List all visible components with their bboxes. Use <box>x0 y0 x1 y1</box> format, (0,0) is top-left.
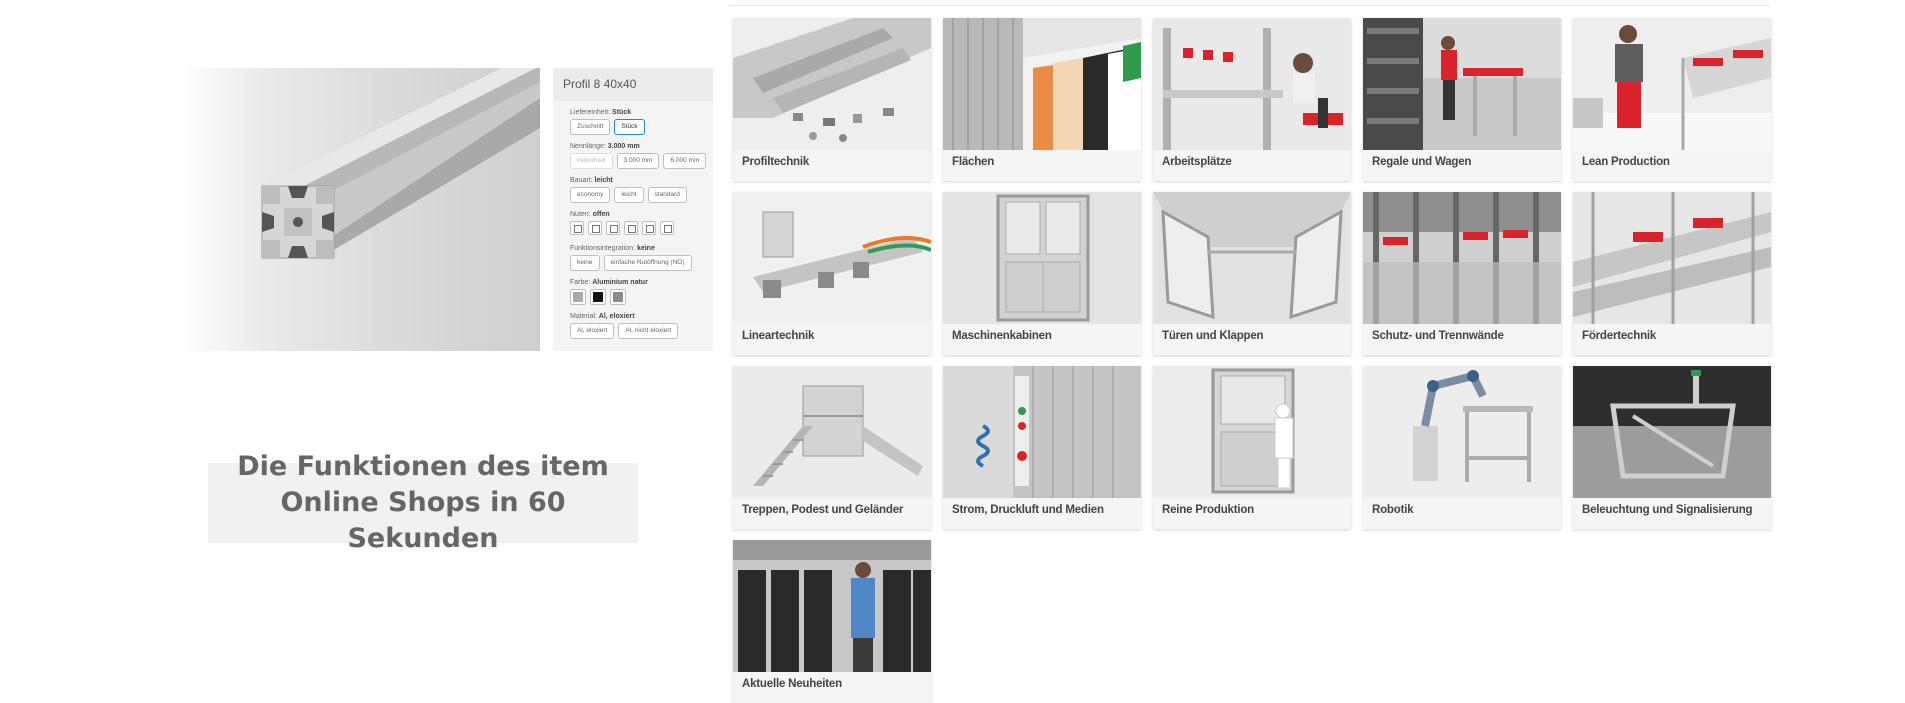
category-image <box>1153 192 1351 324</box>
category-card-maschinenkabinen[interactable]: Maschinenkabinen <box>943 192 1141 355</box>
option-3000mm[interactable]: 3.000 mm <box>616 153 660 169</box>
category-card-foerdertechnik[interactable]: Fördertechnik <box>1573 192 1771 355</box>
design-options: economy leicht standard <box>570 187 687 203</box>
divider <box>730 5 1770 6</box>
color-options <box>570 289 626 305</box>
category-label: Maschinenkabinen <box>952 330 1052 342</box>
category-image <box>733 366 931 498</box>
category-label: Robotik <box>1372 504 1414 516</box>
color-swatch-grey[interactable] <box>610 289 626 305</box>
category-image <box>1573 18 1771 150</box>
category-card-flaechen[interactable]: Flächen <box>943 18 1141 181</box>
option-economy[interactable]: economy <box>570 187 611 203</box>
category-label: Lean Production <box>1582 156 1670 168</box>
option-al-eloxiert[interactable]: Al, eloxiert <box>570 323 615 339</box>
category-card-lean-production[interactable]: Lean Production <box>1573 18 1771 181</box>
category-label: Treppen, Podest und Geländer <box>742 504 904 516</box>
category-image <box>1363 366 1561 498</box>
aluminium-profile-illustration <box>261 68 540 259</box>
category-card-schutz-und-trennwaende[interactable]: Schutz- und Trennwände <box>1363 192 1561 355</box>
category-image <box>1153 366 1351 498</box>
groove-options <box>570 221 674 235</box>
category-grid: Profiltechnik Flächen Arbeitsplätze Rega… <box>733 18 1773 703</box>
category-image <box>1363 18 1561 150</box>
category-label: Lineartechnik <box>742 330 815 342</box>
delivery-unit-options: Zuschnitt Stück <box>570 119 645 135</box>
category-card-tueren-und-klappen[interactable]: Türen und Klappen <box>1153 192 1351 355</box>
function-label: Funktionsintegration: keine <box>570 245 655 252</box>
category-label: Schutz- und Trennwände <box>1372 330 1504 342</box>
option-standard[interactable]: standard <box>647 187 687 203</box>
option-leicht[interactable]: leicht <box>614 187 644 203</box>
category-label: Reine Produktion <box>1162 504 1255 516</box>
grooves-label: Nuten: offen <box>570 211 610 218</box>
option-keine[interactable]: keine <box>570 255 600 271</box>
category-image <box>1363 192 1561 324</box>
option-stueck[interactable]: Stück <box>614 119 645 135</box>
category-card-lineartechnik[interactable]: Lineartechnik <box>733 192 931 355</box>
configurator-panel: Profil 8 40x40 Liefereinheit: Stück Zusc… <box>553 68 713 351</box>
category-card-aktuelle-neuheiten[interactable]: Aktuelle Neuheiten <box>733 540 931 703</box>
category-image <box>1573 366 1771 498</box>
category-image <box>943 18 1141 150</box>
video-teaser-caption[interactable]: Die Funktionen des item Online Shops in … <box>208 451 638 554</box>
material-label: Material: Al, eloxiert <box>570 313 635 320</box>
length-label: Nennlänge: 3.000 mm <box>570 143 640 150</box>
category-card-profiltechnik[interactable]: Profiltechnik <box>733 18 931 181</box>
groove-option-3-icon[interactable] <box>606 221 620 235</box>
category-label: Strom, Druckluft und Medien <box>952 504 1104 516</box>
groove-option-4-icon[interactable] <box>624 221 638 235</box>
category-card-regale-und-wagen[interactable]: Regale und Wagen <box>1363 18 1561 181</box>
category-card-strom-druckluft-medien[interactable]: Strom, Druckluft und Medien <box>943 366 1141 529</box>
category-label: Profiltechnik <box>742 156 810 168</box>
category-card-reine-produktion[interactable]: Reine Produktion <box>1153 366 1351 529</box>
category-label: Regale und Wagen <box>1372 156 1472 168</box>
category-image <box>1153 18 1351 150</box>
category-card-arbeitsplaetze[interactable]: Arbeitsplätze <box>1153 18 1351 181</box>
color-swatch-natural[interactable] <box>570 289 586 305</box>
groove-option-5-icon[interactable] <box>642 221 656 235</box>
option-nutoeffnung[interactable]: einfache Nutöffnung (NO) <box>603 255 692 271</box>
delivery-unit-label: Liefereinheit: Stück <box>570 109 632 116</box>
category-card-beleuchtung[interactable]: Beleuchtung und Signalisierung <box>1573 366 1771 529</box>
category-image <box>733 18 931 150</box>
category-image <box>733 540 931 672</box>
category-card-robotik[interactable]: Robotik <box>1363 366 1561 529</box>
groove-option-1-icon[interactable] <box>570 221 584 235</box>
option-zuschnitt[interactable]: Zuschnitt <box>570 119 611 135</box>
category-label: Aktuelle Neuheiten <box>742 678 842 690</box>
category-label: Fördertechnik <box>1582 330 1657 342</box>
category-label: Flächen <box>952 156 995 168</box>
color-label: Farbe: Aluminium natur <box>570 279 648 286</box>
material-options: Al, eloxiert Al, nicht eloxiert <box>570 323 679 339</box>
groove-option-6-icon[interactable] <box>660 221 674 235</box>
product-title: Profil 8 40x40 <box>553 68 713 101</box>
category-label: Arbeitsplätze <box>1162 156 1232 168</box>
function-options: keine einfache Nutöffnung (NO) <box>570 255 692 271</box>
video-caption-text: Die Funktionen des item Online Shops in … <box>237 451 609 554</box>
product-image <box>180 68 540 351</box>
category-image <box>943 192 1141 324</box>
length-options: individuell 3.000 mm 6.000 mm <box>570 153 707 169</box>
groove-option-2-icon[interactable] <box>588 221 602 235</box>
option-individuell[interactable]: individuell <box>570 153 613 169</box>
category-image <box>943 366 1141 498</box>
category-label: Beleuchtung und Signalisierung <box>1582 504 1753 516</box>
option-al-nicht-eloxiert[interactable]: Al, nicht eloxiert <box>618 323 679 339</box>
category-image <box>1573 192 1771 324</box>
category-label: Türen und Klappen <box>1162 330 1264 342</box>
category-image <box>733 192 931 324</box>
option-6000mm[interactable]: 6.000 mm <box>663 153 707 169</box>
color-swatch-black[interactable] <box>590 289 606 305</box>
design-label: Bauart: leicht <box>570 177 613 184</box>
category-card-treppen[interactable]: Treppen, Podest und Geländer <box>733 366 931 529</box>
